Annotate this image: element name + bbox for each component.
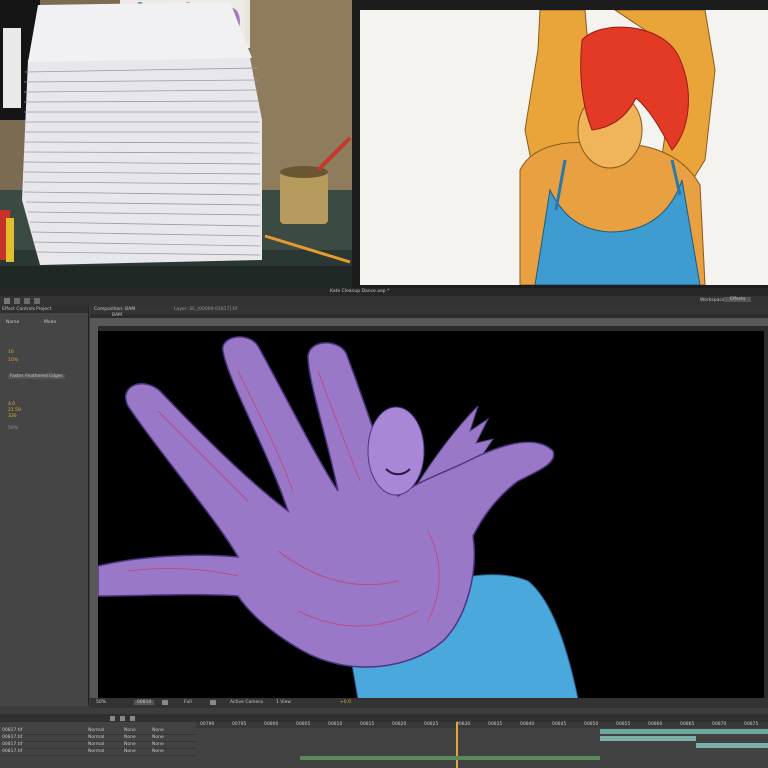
workspace-select[interactable]: Effects xyxy=(724,297,752,302)
table-row[interactable]: 00817.tif Normal None None xyxy=(0,742,196,749)
param-value[interactable]: 4.0 xyxy=(8,402,15,407)
layer-name: 00817.tif xyxy=(2,742,23,747)
view-layout-dropdown[interactable]: 1 View xyxy=(276,700,291,705)
lock-icon[interactable] xyxy=(130,716,135,721)
current-timecode[interactable]: 00810 xyxy=(134,700,155,705)
time-ruler-label: 00820 xyxy=(392,722,407,727)
param-value[interactable]: 21.59 xyxy=(8,408,21,413)
viewer-controls-bar: 50% 00810 Full Active Camera 1 View +0.0 xyxy=(90,698,768,708)
layer-name: 00817.tif xyxy=(2,728,23,733)
layer-mode[interactable]: Normal xyxy=(88,742,104,747)
table-row[interactable]: 00817.tif Normal None None xyxy=(0,728,196,735)
hand-tool-icon[interactable] xyxy=(14,298,20,304)
layer-tab[interactable]: Layer: SE_[00000-01817].tif xyxy=(174,307,237,312)
project-panel: Effect Controls Project Name Mode 10 10%… xyxy=(0,306,89,706)
time-ruler-label: 00830 xyxy=(456,722,471,727)
hand-drawing-frame xyxy=(98,336,579,699)
project-tab[interactable]: Project xyxy=(36,307,51,312)
layer-trkmat[interactable]: None xyxy=(124,728,136,733)
layer-trkmat[interactable]: None xyxy=(124,735,136,740)
time-ruler-label: 00850 xyxy=(584,722,599,727)
ruler-vertical xyxy=(90,326,98,698)
timeline-panel: 00790 00795 00800 00805 00810 00815 0082… xyxy=(0,714,768,768)
time-ruler-label: 00865 xyxy=(680,722,695,727)
layer-name: 00817.tif xyxy=(2,735,23,740)
workspace-label: Workspace: xyxy=(700,298,727,303)
window-title: Kate Cleanup Dance.aep * xyxy=(330,289,390,294)
paper-stack-illustration xyxy=(0,0,352,288)
time-ruler-label: 00800 xyxy=(264,722,279,727)
layer-bar[interactable] xyxy=(696,743,768,748)
composition-tabs: Composition: BAM Layer: SE_[00000-01817]… xyxy=(90,306,768,314)
layer-trkmat[interactable]: None xyxy=(124,742,136,747)
time-ruler-label: 00795 xyxy=(232,722,247,727)
layer-bar[interactable] xyxy=(600,729,768,734)
effect-controls-tab[interactable]: Effect Controls xyxy=(2,307,35,312)
girl-drawing-illustration xyxy=(519,9,716,286)
ruler-horizontal xyxy=(90,318,768,326)
zoom-dropdown[interactable]: 50% xyxy=(96,700,106,705)
current-time-indicator[interactable] xyxy=(456,722,458,768)
time-ruler-label: 00835 xyxy=(488,722,503,727)
layer-mode[interactable]: Normal xyxy=(88,749,104,754)
title-bar: Kate Cleanup Dance.aep * xyxy=(0,288,768,296)
time-ruler-label: 00825 xyxy=(424,722,439,727)
time-ruler-label: 00860 xyxy=(648,722,663,727)
layer-mode[interactable]: Normal xyxy=(88,728,104,733)
column-mode-header: Mode xyxy=(44,320,57,325)
drawing-paper xyxy=(360,9,768,286)
time-ruler-label: 00845 xyxy=(552,722,567,727)
photo-colored-drawing xyxy=(352,0,768,288)
project-panel-tabs: Effect Controls Project xyxy=(0,306,88,313)
layer-name: 00817.tif xyxy=(2,749,23,754)
toolbar: Workspace: Effects xyxy=(0,296,768,306)
time-ruler-label: 00870 xyxy=(712,722,727,727)
param-value[interactable]: 326 xyxy=(8,414,17,419)
table-row[interactable]: 00817.tif Normal None None xyxy=(0,735,196,742)
composition-tab[interactable]: Composition: BAM xyxy=(94,307,135,312)
work-area-bar[interactable] xyxy=(300,756,600,760)
table-row[interactable]: 00817.tif Normal None None xyxy=(0,749,196,756)
resolution-dropdown[interactable]: Full xyxy=(184,700,192,705)
time-ruler-label: 00875 xyxy=(744,722,759,727)
camera-dropdown[interactable]: Active Camera xyxy=(230,700,263,705)
time-ruler-label: 00810 xyxy=(328,722,343,727)
composition-panel: Composition: BAM Layer: SE_[00000-01817]… xyxy=(90,306,768,708)
play-icon[interactable] xyxy=(110,716,115,721)
time-ruler-label: 00815 xyxy=(360,722,375,727)
eye-icon[interactable] xyxy=(120,716,125,721)
column-name-header: Name xyxy=(6,320,20,325)
layer-bar[interactable] xyxy=(600,736,696,741)
time-ruler[interactable]: 00790 00795 00800 00805 00810 00815 0082… xyxy=(196,722,768,728)
after-effects-window: Kate Cleanup Dance.aep * Workspace: Effe… xyxy=(0,288,768,768)
timeline-header xyxy=(0,714,768,722)
layer-parent[interactable]: None xyxy=(152,742,164,747)
time-ruler-label: 00790 xyxy=(200,722,215,727)
photo-paper-stack xyxy=(0,0,352,288)
time-ruler-label: 00855 xyxy=(616,722,631,727)
zoom-tool-icon[interactable] xyxy=(24,298,30,304)
grid-icon[interactable] xyxy=(210,700,216,705)
composition-viewer[interactable] xyxy=(98,331,764,699)
selection-tool-icon[interactable] xyxy=(4,298,10,304)
layer-parent[interactable]: None xyxy=(152,728,164,733)
camera-icon[interactable] xyxy=(162,700,168,705)
layer-trkmat[interactable]: None xyxy=(124,749,136,754)
time-ruler-label: 00805 xyxy=(296,722,311,727)
layer-parent[interactable]: None xyxy=(152,749,164,754)
rotate-tool-icon[interactable] xyxy=(34,298,40,304)
effect-dropdown[interactable]: Faster Feathered Edges xyxy=(8,374,65,379)
layer-mode[interactable]: Normal xyxy=(88,735,104,740)
param-value[interactable]: 10 xyxy=(8,350,14,355)
time-ruler-label: 00840 xyxy=(520,722,535,727)
param-value[interactable]: 10% xyxy=(8,358,18,363)
layer-parent[interactable]: None xyxy=(152,735,164,740)
exposure-offset[interactable]: +0.0 xyxy=(340,700,351,705)
param-value[interactable]: 50% xyxy=(8,426,18,431)
